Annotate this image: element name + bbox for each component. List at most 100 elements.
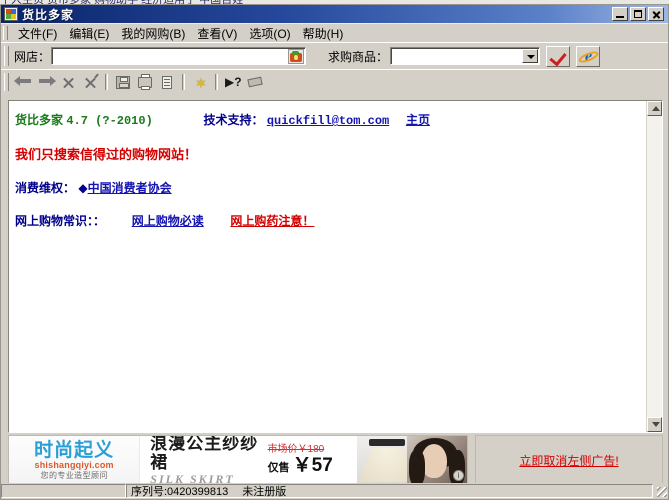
- toolbar-separator-3: [215, 74, 218, 90]
- window-title: 货比多家: [22, 7, 75, 22]
- support-email-link[interactable]: quickfill@tom.com: [267, 114, 389, 128]
- rights-label: 消费维权：: [15, 181, 76, 195]
- status-bar: 序列号:0420399813 未注册版: [1, 483, 668, 499]
- shopping-must-read-link[interactable]: 网上购物必读: [132, 214, 204, 228]
- ad-title-text: 浪漫公主纱纱裙: [150, 435, 259, 472]
- floppy-disk-icon: [116, 76, 130, 89]
- slogan-text: 我们只搜索信得过的购物网站！: [15, 147, 198, 162]
- tips-label: 网上购物常识：：: [15, 214, 106, 228]
- ad-brand-name: 时尚起义: [34, 440, 114, 460]
- browser-pane: 货比多家 4.7 (?-2010) 技术支持： quickfill@tom.co…: [8, 100, 663, 433]
- favorites-button[interactable]: [189, 72, 211, 92]
- red-check-icon: [549, 48, 567, 66]
- document-button[interactable]: [156, 72, 178, 92]
- nav-toolbar-grip-handle[interactable]: [4, 73, 9, 91]
- ad-banner[interactable]: 时尚起义 shishangqiyi.com 您的专业造型顾问 浪漫公主纱纱裙 S…: [8, 435, 468, 485]
- back-button[interactable]: [13, 72, 35, 92]
- chevron-down-icon[interactable]: [522, 49, 539, 63]
- app-version-text: 4.7 (?-2010): [66, 114, 153, 128]
- menu-item-edit[interactable]: 编辑(E): [63, 24, 115, 43]
- vertical-scrollbar[interactable]: [646, 101, 662, 432]
- stop-button[interactable]: [57, 72, 79, 92]
- print-button[interactable]: [134, 72, 156, 92]
- advertisement-strip: 时尚起义 shishangqiyi.com 您的专业造型顾问 浪漫公主纱纱裙 S…: [8, 435, 663, 487]
- application-window: 个人主页 货币多家 购物助手 经济适用于 中国百姓 货比多家 文件(F) 编辑(…: [0, 0, 669, 500]
- status-pane-left: [1, 484, 126, 498]
- cancel-ad-link[interactable]: 立即取消左侧广告!: [519, 452, 618, 469]
- buy-input[interactable]: [393, 49, 523, 65]
- stop-x-icon: [62, 77, 74, 88]
- menu-bar: 文件(F) 编辑(E) 我的网购(B) 查看(V) 选项(O) 帮助(H): [1, 23, 668, 42]
- menu-item-options[interactable]: 选项(O): [243, 24, 296, 43]
- slogan-line: 我们只搜索信得过的购物网站！: [15, 144, 647, 163]
- homepage-link[interactable]: 主页: [406, 113, 430, 127]
- status-pane-main: 序列号:0420399813 未注册版: [126, 484, 653, 498]
- menu-item-help[interactable]: 帮助(H): [297, 24, 350, 43]
- toolbar-separator: [105, 74, 108, 90]
- main-window: 货比多家 文件(F) 编辑(E) 我的网购(B) 查看(V) 选项(O) 帮助(…: [0, 4, 669, 500]
- app-grid-icon: [4, 7, 18, 21]
- menu-item-view[interactable]: 查看(V): [191, 24, 243, 43]
- buy-label: 求购商品：: [328, 49, 389, 64]
- ad-tagline-text: 您的专业造型顾问: [40, 470, 108, 480]
- ad-product-image: i: [357, 436, 467, 484]
- page-content: 货比多家 4.7 (?-2010) 技术支持： quickfill@tom.co…: [9, 101, 647, 432]
- forward-button[interactable]: [35, 72, 57, 92]
- scrollbar-track[interactable]: [647, 116, 662, 417]
- toolbar-separator-2: [182, 74, 185, 90]
- basket-icon[interactable]: [288, 49, 305, 64]
- close-button[interactable]: [648, 7, 664, 21]
- maximize-button[interactable]: [630, 7, 646, 21]
- navigation-toolbar: ▶?: [1, 69, 668, 94]
- skirt-belt-graphic: [369, 439, 406, 446]
- scroll-up-button[interactable]: [647, 101, 662, 116]
- menu-grip-handle[interactable]: [3, 26, 8, 40]
- ad-info-badge[interactable]: i: [453, 470, 464, 481]
- tool-icon: [247, 76, 263, 88]
- arrow-question-icon: ▶?: [225, 75, 242, 89]
- resize-grip-icon[interactable]: [654, 484, 668, 498]
- arrow-right-icon: [39, 76, 56, 86]
- printer-icon: [138, 74, 152, 90]
- ad-domain-text: shishangqiyi.com: [34, 459, 114, 470]
- ad-price-block: 市场价￥180 仅售 ￥57: [268, 443, 358, 478]
- scroll-down-button[interactable]: [647, 417, 662, 432]
- ad-brand-block: 时尚起义 shishangqiyi.com 您的专业造型顾问: [9, 436, 141, 484]
- search-toolbar: 网店： 求购商品： e: [1, 42, 668, 69]
- page-icon: [162, 76, 172, 89]
- license-status-text: 未注册版: [242, 486, 287, 498]
- buy-combobox: [390, 47, 541, 65]
- toolbar-grip-handle[interactable]: [4, 46, 9, 66]
- consumer-association-link[interactable]: 中国消费者协会: [88, 181, 172, 195]
- ad-cancel-panel: 立即取消左侧广告!: [475, 435, 663, 485]
- app-info-line: 货比多家 4.7 (?-2010) 技术支持： quickfill@tom.co…: [15, 111, 647, 128]
- delete-x-icon: [84, 73, 99, 88]
- menu-item-my-shopping[interactable]: 我的网购(B): [115, 24, 191, 43]
- ad-price-value: ￥57: [292, 454, 333, 476]
- model-hair-left: [409, 450, 425, 484]
- minimize-button[interactable]: [612, 7, 628, 21]
- caption-button-group: [612, 7, 666, 21]
- shop-label: 网店：: [14, 49, 51, 64]
- title-bar: 货比多家: [1, 5, 668, 23]
- browser-button[interactable]: e: [576, 45, 601, 67]
- arrow-left-icon: [14, 76, 31, 86]
- confirm-button[interactable]: [546, 45, 571, 67]
- medicine-warning-link[interactable]: 网上购药注意！: [230, 214, 314, 228]
- app-name-text: 货比多家: [15, 113, 64, 127]
- shop-input-wrap: [51, 47, 307, 65]
- save-button[interactable]: [112, 72, 134, 92]
- shopping-tips-line: 网上购物常识：： 网上购物必读 网上购药注意！: [15, 212, 647, 229]
- support-label: 技术支持：: [203, 113, 264, 127]
- consumer-rights-line: 消费维权： ◆中国消费者协会: [15, 179, 647, 196]
- ad-price-label: 仅售: [267, 461, 290, 474]
- serial-number-text: 序列号:0420399813: [131, 486, 229, 498]
- ad-current-price: 仅售 ￥57: [267, 454, 354, 478]
- delete-button[interactable]: [79, 72, 101, 92]
- shop-input[interactable]: [54, 48, 287, 64]
- ad-copy-block: 浪漫公主纱纱裙 SILK SKIRT: [140, 435, 267, 484]
- tools-button[interactable]: [244, 72, 266, 92]
- context-help-button[interactable]: ▶?: [222, 72, 244, 92]
- ad-brand-text: 时尚起义: [34, 438, 115, 461]
- menu-item-file[interactable]: 文件(F): [12, 24, 63, 43]
